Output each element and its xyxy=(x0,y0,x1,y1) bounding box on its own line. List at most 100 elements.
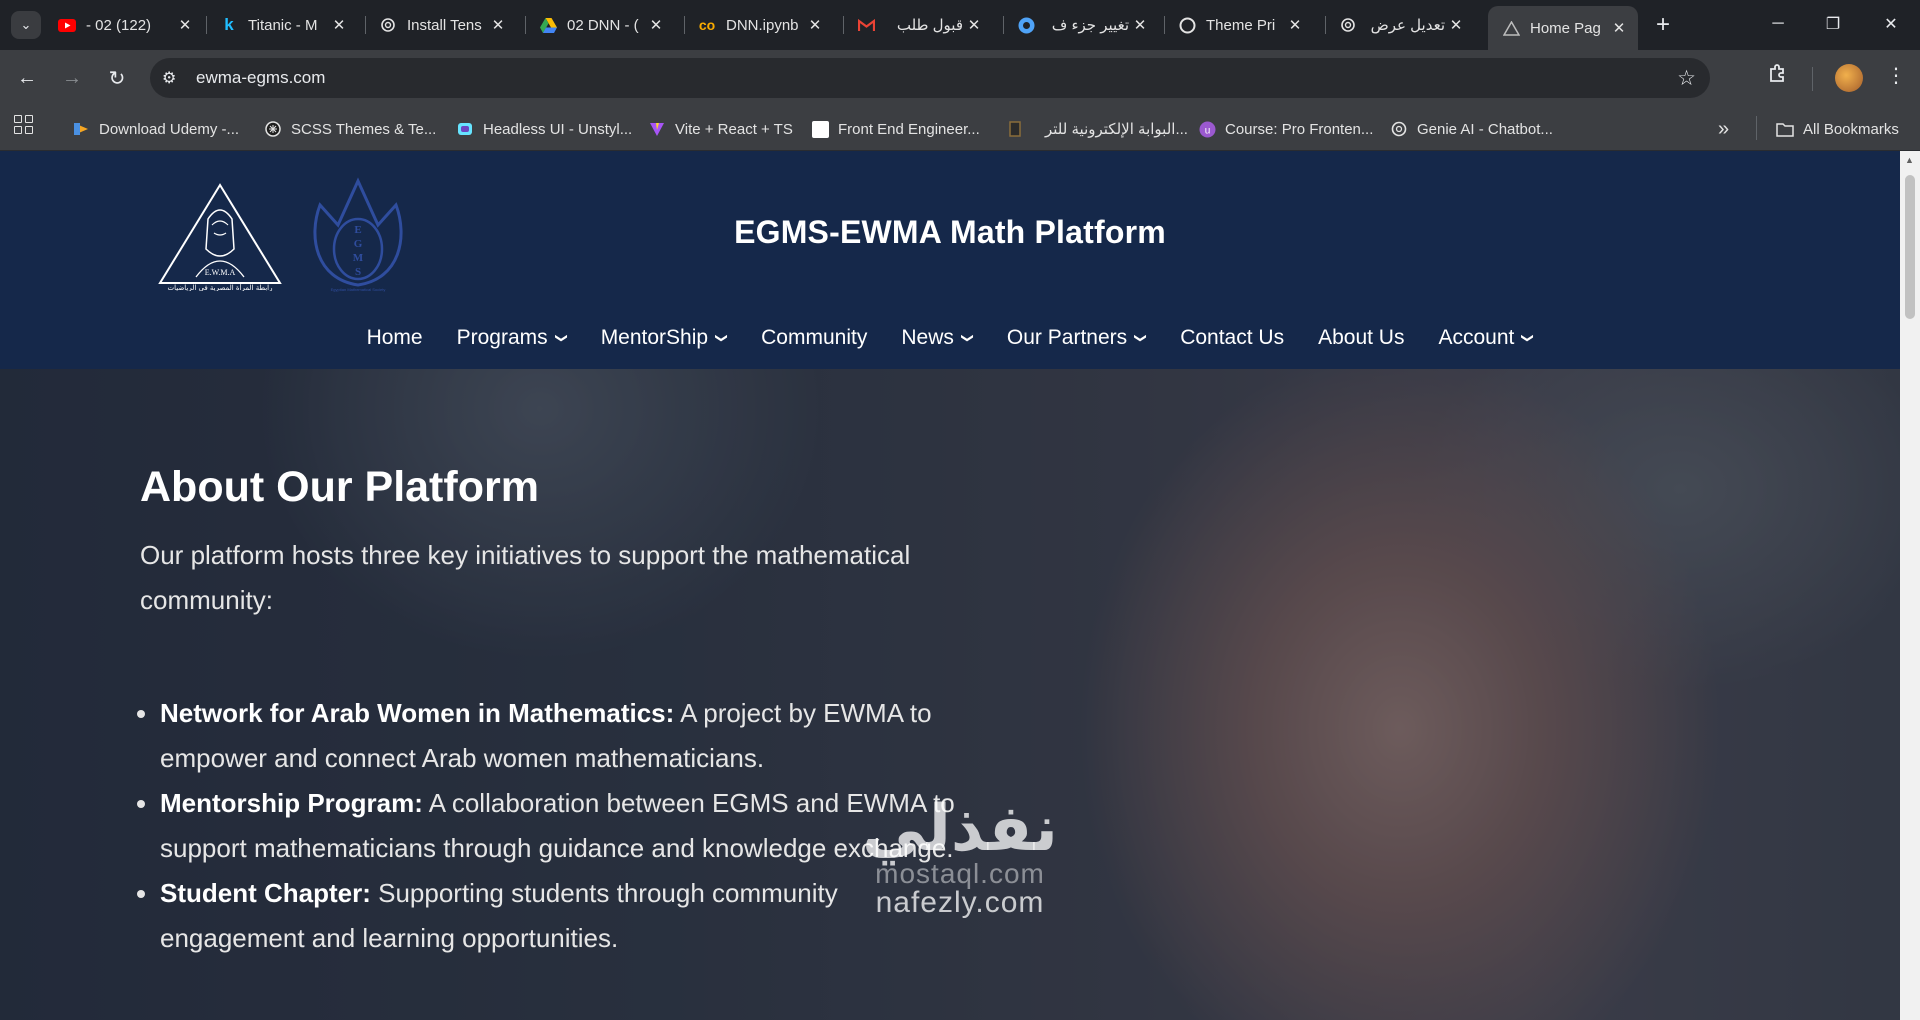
close-icon[interactable]: ✕ xyxy=(174,16,196,34)
hero-intro: Our platform hosts three key initiatives… xyxy=(140,540,911,615)
close-icon[interactable]: ✕ xyxy=(487,16,509,34)
arrow-left-icon: ← xyxy=(17,66,37,89)
nav-label: Our Partners xyxy=(1006,326,1128,349)
portal-bookmark-icon xyxy=(1006,120,1024,138)
page-scrollbar[interactable]: ▲ xyxy=(1900,151,1920,1020)
bookmark-label: Genie AI - Chatbot... xyxy=(1417,120,1553,138)
browser-toolbar: ← → ↻ ⚙ ewma-egms.com ☆ ⋮ xyxy=(0,50,1920,108)
profile-avatar[interactable] xyxy=(1835,64,1863,92)
initiative-title: Mentorship Program: xyxy=(160,788,423,818)
bookmark-item[interactable]: SCSS Themes & Te... xyxy=(264,116,436,142)
hero-section: About Our Platform Our platform hosts th… xyxy=(0,369,1900,1020)
course-bookmark-icon: u xyxy=(1198,120,1216,138)
nav-contact-us[interactable]: Contact Us xyxy=(1180,321,1284,355)
tab-title: تغيير جزء ف xyxy=(1051,17,1129,34)
google-drive-icon xyxy=(539,16,557,34)
close-icon[interactable]: ✕ xyxy=(804,16,826,34)
scroll-up-arrow-icon[interactable]: ▲ xyxy=(1905,155,1914,165)
more-menu-icon[interactable]: ⋮ xyxy=(1886,63,1906,88)
close-icon[interactable]: ✕ xyxy=(1445,16,1467,34)
address-url[interactable]: ewma-egms.com xyxy=(196,68,325,88)
apps-icon[interactable] xyxy=(14,115,33,134)
reload-icon: ↻ xyxy=(108,67,126,90)
ewma-logo-subtext: رابطة المرأة المصرية في الرياضيات xyxy=(167,283,272,291)
close-icon[interactable]: ✕ xyxy=(1284,16,1306,34)
extensions-icon[interactable] xyxy=(1768,63,1788,89)
browser-tab[interactable]: قبول طلب ✕ xyxy=(843,6,993,44)
nav-mentorship[interactable]: MentorShip ❯ xyxy=(601,321,729,355)
nav-community[interactable]: Community xyxy=(761,321,867,355)
all-bookmarks-button[interactable]: All Bookmarks xyxy=(1776,116,1899,142)
bookmark-item[interactable]: Vite + React + TS xyxy=(648,116,793,142)
bookmark-item[interactable]: Download Udemy -... xyxy=(72,116,239,142)
udemy-bookmark-icon xyxy=(72,120,90,138)
bookmark-label: Front End Engineer... xyxy=(838,120,980,138)
browser-tab[interactable]: - 02 (122) ✕ xyxy=(44,6,204,44)
bookmark-item[interactable]: Genie AI - Chatbot... xyxy=(1390,116,1553,142)
browser-tab-active[interactable]: Home Pag ✕ xyxy=(1488,6,1638,50)
bookmark-item[interactable]: Front End Engineer... xyxy=(812,116,980,142)
bookmark-label: Course: Pro Fronten... xyxy=(1225,120,1374,138)
initiative-title: Student Chapter: xyxy=(160,878,371,908)
headlessui-bookmark-icon xyxy=(456,120,474,138)
new-tab-button[interactable]: + xyxy=(1650,10,1676,40)
browser-tab[interactable]: Install Tens ✕ xyxy=(365,6,517,44)
site-header: E.W.M.A رابطة المرأة المصرية في الرياضيا… xyxy=(0,151,1900,369)
nav-account[interactable]: Account ❯ xyxy=(1438,321,1535,355)
nav-programs[interactable]: Programs ❯ xyxy=(456,321,569,355)
tab-search-button[interactable]: ⌄ xyxy=(11,11,41,39)
close-icon[interactable]: ✕ xyxy=(1608,19,1630,37)
bookmark-star-icon[interactable]: ☆ xyxy=(1677,66,1696,91)
vite-bookmark-icon xyxy=(648,120,666,138)
scrollbar-thumb[interactable] xyxy=(1905,175,1915,319)
kaggle-icon: k xyxy=(224,15,234,34)
nav-our-partners[interactable]: Our Partners ❯ xyxy=(1006,321,1148,355)
egms-logo-ringtext: Egyptian Mathematical Society xyxy=(331,287,386,292)
address-bar[interactable]: ⚙ ewma-egms.com ☆ xyxy=(150,58,1710,98)
site-settings-icon[interactable]: ⚙ xyxy=(162,68,176,88)
close-window-button[interactable]: ✕ xyxy=(1868,6,1914,42)
bookmark-item[interactable]: البوابة الإلكترونية للتر... xyxy=(1006,116,1188,142)
tab-title: DNN.ipynb xyxy=(726,16,799,34)
bookmark-label: البوابة الإلكترونية للتر... xyxy=(1045,121,1188,138)
close-icon: ✕ xyxy=(1884,16,1898,33)
bookmark-item[interactable]: u Course: Pro Fronten... xyxy=(1198,116,1373,142)
browser-tab[interactable]: co DNN.ipynb ✕ xyxy=(684,6,834,44)
folder-icon xyxy=(1776,120,1794,138)
bookmark-label: Download Udemy -... xyxy=(99,120,240,138)
tab-title: Home Pag xyxy=(1530,19,1601,37)
close-icon[interactable]: ✕ xyxy=(1129,16,1151,34)
openai-icon xyxy=(379,16,397,34)
more-bookmarks-button[interactable]: » xyxy=(1718,116,1729,142)
nav-label: About Us xyxy=(1318,326,1405,349)
apps-square xyxy=(14,126,22,134)
browser-tab[interactable]: k Titanic - M ✕ xyxy=(206,6,358,44)
browser-tab[interactable]: تعديل عرض ✕ xyxy=(1325,6,1475,44)
bookmarks-divider xyxy=(1756,116,1757,140)
close-icon[interactable]: ✕ xyxy=(645,16,667,34)
nav-label: Community xyxy=(761,326,868,349)
minimize-button[interactable]: ─ xyxy=(1755,6,1801,42)
close-icon[interactable]: ✕ xyxy=(963,16,985,34)
back-button[interactable]: ← xyxy=(11,62,43,94)
tab-strip: ⌄ - 02 (122) ✕ k Titanic - M ✕ Install T… xyxy=(0,0,1920,50)
nav-about-us[interactable]: About Us xyxy=(1318,321,1404,355)
tab-title: Install Tens xyxy=(407,16,482,34)
ewma-logo-text: E.W.M.A xyxy=(205,268,236,277)
svg-text:u: u xyxy=(1204,125,1210,136)
chevron-down-icon: ❯ xyxy=(554,332,569,344)
hero-heading: About Our Platform xyxy=(140,463,539,511)
browser-tab[interactable]: 02 DNN - ( ✕ xyxy=(525,6,675,44)
restore-button[interactable]: ❐ xyxy=(1810,6,1856,42)
tab-title: - 02 (122) xyxy=(86,16,152,34)
close-icon[interactable]: ✕ xyxy=(328,16,350,34)
reload-button[interactable]: ↻ xyxy=(101,62,133,94)
scss-bookmark-icon xyxy=(264,120,282,138)
nav-news[interactable]: News ❯ xyxy=(901,321,975,355)
nav-label: Programs xyxy=(456,326,548,349)
browser-tab[interactable]: Theme Pri ✕ xyxy=(1164,6,1314,44)
nav-home[interactable]: Home xyxy=(367,321,423,355)
bookmark-item[interactable]: Headless UI - Unstyl... xyxy=(456,116,632,142)
browser-tab[interactable]: تغيير جزء ف ✕ xyxy=(1003,6,1159,44)
forward-button[interactable]: → xyxy=(56,62,88,94)
